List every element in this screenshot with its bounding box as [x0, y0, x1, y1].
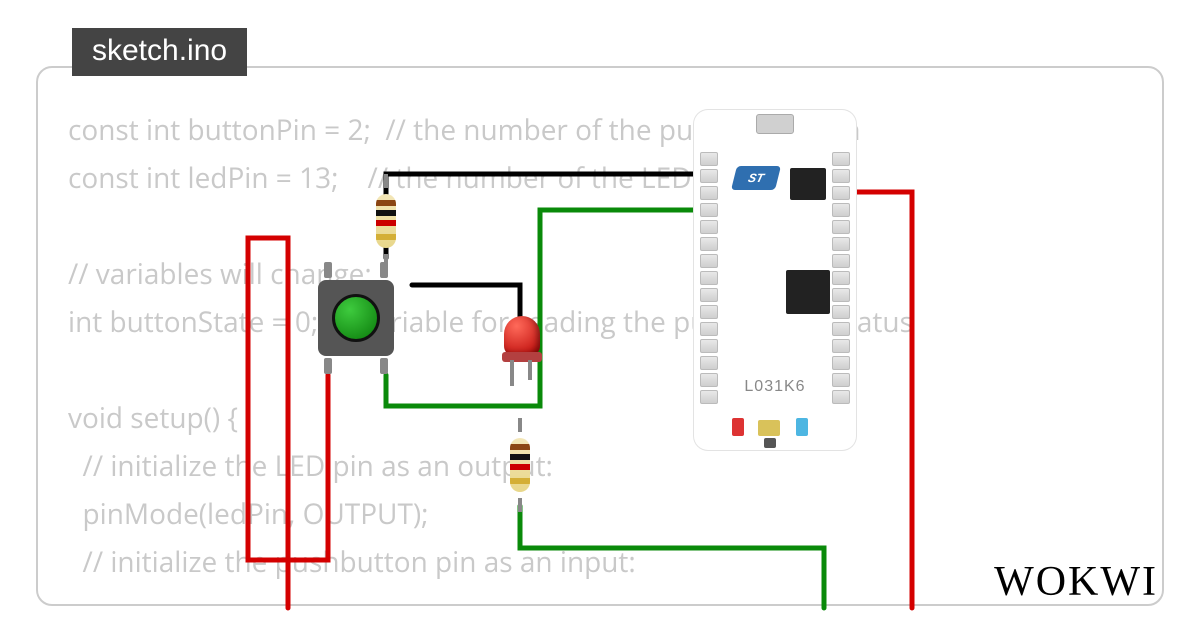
wokwi-logo-text: WOKWI [994, 559, 1158, 605]
board-reset-button[interactable] [764, 438, 776, 448]
board-jumper [758, 420, 780, 436]
board-led-red [732, 418, 744, 436]
file-tab-label: sketch.ino [92, 34, 227, 67]
board-model-label: L031K6 [694, 378, 856, 396]
pushbutton-cap [332, 294, 380, 342]
led-red[interactable] [494, 316, 550, 396]
pushbutton-leg [324, 262, 332, 278]
led-cathode [528, 360, 532, 380]
pushbutton-leg [324, 358, 332, 374]
pushbutton[interactable] [310, 272, 402, 364]
nucleo-board[interactable]: ST L031K6 [694, 110, 856, 450]
led-bulb [504, 316, 540, 356]
led-base [502, 352, 542, 362]
pushbutton-leg [380, 358, 388, 374]
usb-connector [756, 114, 794, 134]
file-tab[interactable]: sketch.ino [72, 28, 247, 76]
st-logo-text: ST [747, 171, 766, 185]
st-logo: ST [731, 166, 781, 190]
mcu-small-chip [790, 168, 826, 200]
mcu-main-chip [786, 270, 830, 314]
pin-header-left [700, 152, 718, 404]
wokwi-logo: WOKWI [994, 558, 1158, 606]
board-led-blue [796, 418, 808, 436]
pushbutton-leg [380, 262, 388, 278]
pin-header-right [832, 152, 850, 404]
led-anode [510, 360, 514, 386]
